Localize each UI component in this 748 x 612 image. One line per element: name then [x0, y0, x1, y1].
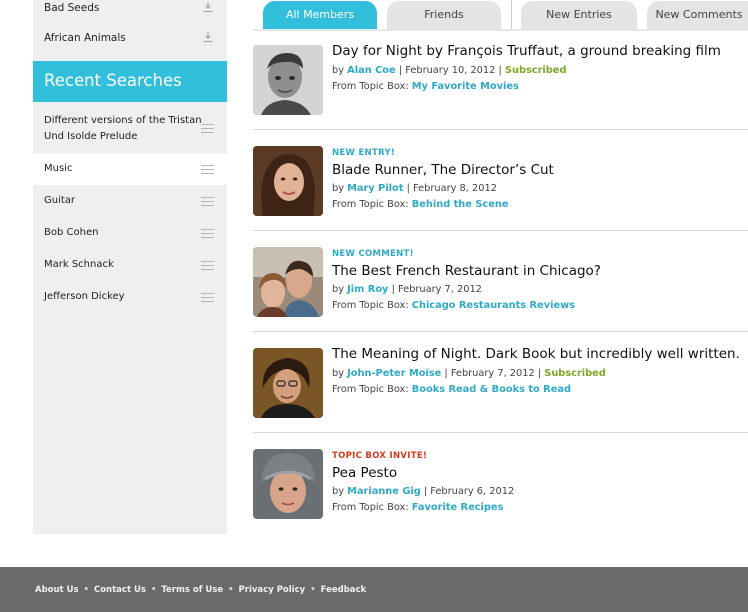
tab-divider	[511, 0, 512, 30]
avatar[interactable]	[253, 45, 323, 115]
tab-new-entries[interactable]: New Entries	[521, 1, 637, 29]
recent-search-label: Music	[44, 163, 73, 174]
menu-lines-icon[interactable]	[201, 124, 214, 133]
feed-item-topic: From Topic Box: My Favorite Movies	[332, 81, 519, 92]
footer-links: About Us • Contact Us • Terms of Use • Privacy…	[35, 585, 367, 595]
avatar[interactable]	[253, 247, 323, 317]
recent-search-item[interactable]: Jefferson Dickey	[33, 281, 227, 313]
author-link[interactable]: Alan Coe	[347, 65, 396, 76]
recent-search-label: Different versions of the Tristan Und Is…	[44, 115, 202, 142]
feed-item-topic: From Topic Box: Books Read & Books to Re…	[332, 384, 571, 395]
feed-item: TOPIC BOX INVITE! Pea Pesto by Marianne …	[253, 433, 748, 534]
sidebar-item-bad-seeds[interactable]: Bad Seeds	[33, 0, 227, 25]
feed-item-byline: by John-Peter Moïse | February 7, 2012 |…	[332, 368, 606, 379]
footer-link-privacy-policy[interactable]: Privacy Policy	[239, 585, 306, 595]
footer-link-feedback[interactable]: Feedback	[321, 585, 367, 595]
feed-item-byline: by Mary Pilot | February 8, 2012	[332, 183, 497, 194]
feed-item-byline: by Marianne Gig | February 6, 2012	[332, 486, 515, 497]
recent-search-label: Mark Schnack	[44, 259, 114, 270]
tab-all-members[interactable]: All Members	[263, 1, 377, 29]
tab-friends[interactable]: Friends	[387, 1, 501, 29]
feed-item-date: February 7, 2012	[398, 284, 482, 295]
sidebar: Bad Seeds African Animals Recent Searche…	[33, 0, 227, 534]
author-link[interactable]: Jim Roy	[347, 284, 388, 295]
topic-box-link[interactable]: Behind the Scene	[412, 199, 509, 210]
topic-box-link[interactable]: My Favorite Movies	[412, 81, 519, 92]
download-icon[interactable]	[202, 1, 214, 13]
feed-item-title[interactable]: Blade Runner, The Director’s Cut	[332, 162, 554, 178]
footer-link-terms-of-use[interactable]: Terms of Use	[161, 585, 223, 595]
feed-item-topic: From Topic Box: Chicago Restaurants Revi…	[332, 300, 575, 311]
recent-searches-title: Recent Searches	[44, 71, 182, 90]
feed-item-byline: by Alan Coe | February 10, 2012 | Subscr…	[332, 65, 567, 76]
recent-search-label: Guitar	[44, 195, 76, 206]
feed-item-title[interactable]: The Meaning of Night. Dark Book but incr…	[332, 346, 740, 362]
feed-item: NEW COMMENT! The Best French Restaurant …	[253, 231, 748, 332]
feed-item-tag: NEW ENTRY!	[332, 148, 396, 158]
menu-lines-icon[interactable]	[201, 197, 214, 206]
feed-item: NEW ENTRY! Blade Runner, The Director’s …	[253, 130, 748, 231]
feed-item-title[interactable]: Pea Pesto	[332, 465, 397, 481]
feed-item: Day for Night by François Truffaut, a gr…	[253, 29, 748, 130]
footer: About Us • Contact Us • Terms of Use • Privacy…	[0, 567, 748, 612]
menu-lines-icon[interactable]	[201, 165, 214, 174]
author-link[interactable]: Mary Pilot	[347, 183, 403, 194]
feed-item-date: February 10, 2012	[405, 65, 496, 76]
feed-item: The Meaning of Night. Dark Book but incr…	[253, 332, 748, 433]
feed-item-topic: From Topic Box: Favorite Recipes	[332, 502, 504, 513]
feed-item-title[interactable]: The Best French Restaurant in Chicago?	[332, 263, 601, 279]
feed-item-date: February 6, 2012	[430, 486, 515, 497]
tab-new-comments[interactable]: New Comments	[647, 1, 748, 29]
sidebar-item-label: Bad Seeds	[44, 2, 100, 14]
sidebar-item-label: African Animals	[44, 32, 126, 44]
topic-box-link[interactable]: Books Read & Books to Read	[412, 384, 571, 395]
subscribed-badge: Subscribed	[504, 65, 567, 76]
recent-searches-header: Recent Searches	[33, 61, 227, 102]
download-icon[interactable]	[202, 31, 214, 43]
topic-box-link[interactable]: Chicago Restaurants Reviews	[412, 300, 575, 311]
footer-link-contact-us[interactable]: Contact Us	[94, 585, 146, 595]
avatar[interactable]	[253, 449, 323, 519]
feed-item-title[interactable]: Day for Night by François Truffaut, a gr…	[332, 43, 721, 59]
recent-search-item[interactable]: Mark Schnack	[33, 249, 227, 281]
menu-lines-icon[interactable]	[201, 293, 214, 302]
sidebar-item-african-animals[interactable]: African Animals	[33, 23, 227, 55]
avatar[interactable]	[253, 146, 323, 216]
feed-item-date: February 8, 2012	[413, 183, 497, 194]
author-link[interactable]: John-Peter Moïse	[347, 368, 441, 379]
recent-search-item[interactable]: Guitar	[33, 185, 227, 217]
feed-item-topic: From Topic Box: Behind the Scene	[332, 199, 509, 210]
menu-lines-icon[interactable]	[201, 229, 214, 238]
recent-search-item[interactable]: Music	[33, 154, 227, 185]
avatar[interactable]	[253, 348, 323, 418]
menu-lines-icon[interactable]	[201, 261, 214, 270]
feed-item-tag: TOPIC BOX INVITE!	[332, 451, 428, 461]
footer-link-about-us[interactable]: About Us	[35, 585, 79, 595]
recent-search-item[interactable]: Different versions of the Tristan Und Is…	[33, 106, 227, 154]
feed-item-byline: by Jim Roy | February 7, 2012	[332, 284, 482, 295]
recent-search-label: Bob Cohen	[44, 227, 99, 238]
author-link[interactable]: Marianne Gig	[347, 486, 421, 497]
feed-item-date: February 7, 2012	[450, 368, 535, 379]
recent-search-label: Jefferson Dickey	[44, 291, 125, 302]
topic-box-link[interactable]: Favorite Recipes	[412, 502, 504, 513]
subscribed-badge: Subscribed	[544, 368, 606, 379]
recent-search-item[interactable]: Bob Cohen	[33, 217, 227, 249]
feed-item-tag: NEW COMMENT!	[332, 249, 414, 259]
